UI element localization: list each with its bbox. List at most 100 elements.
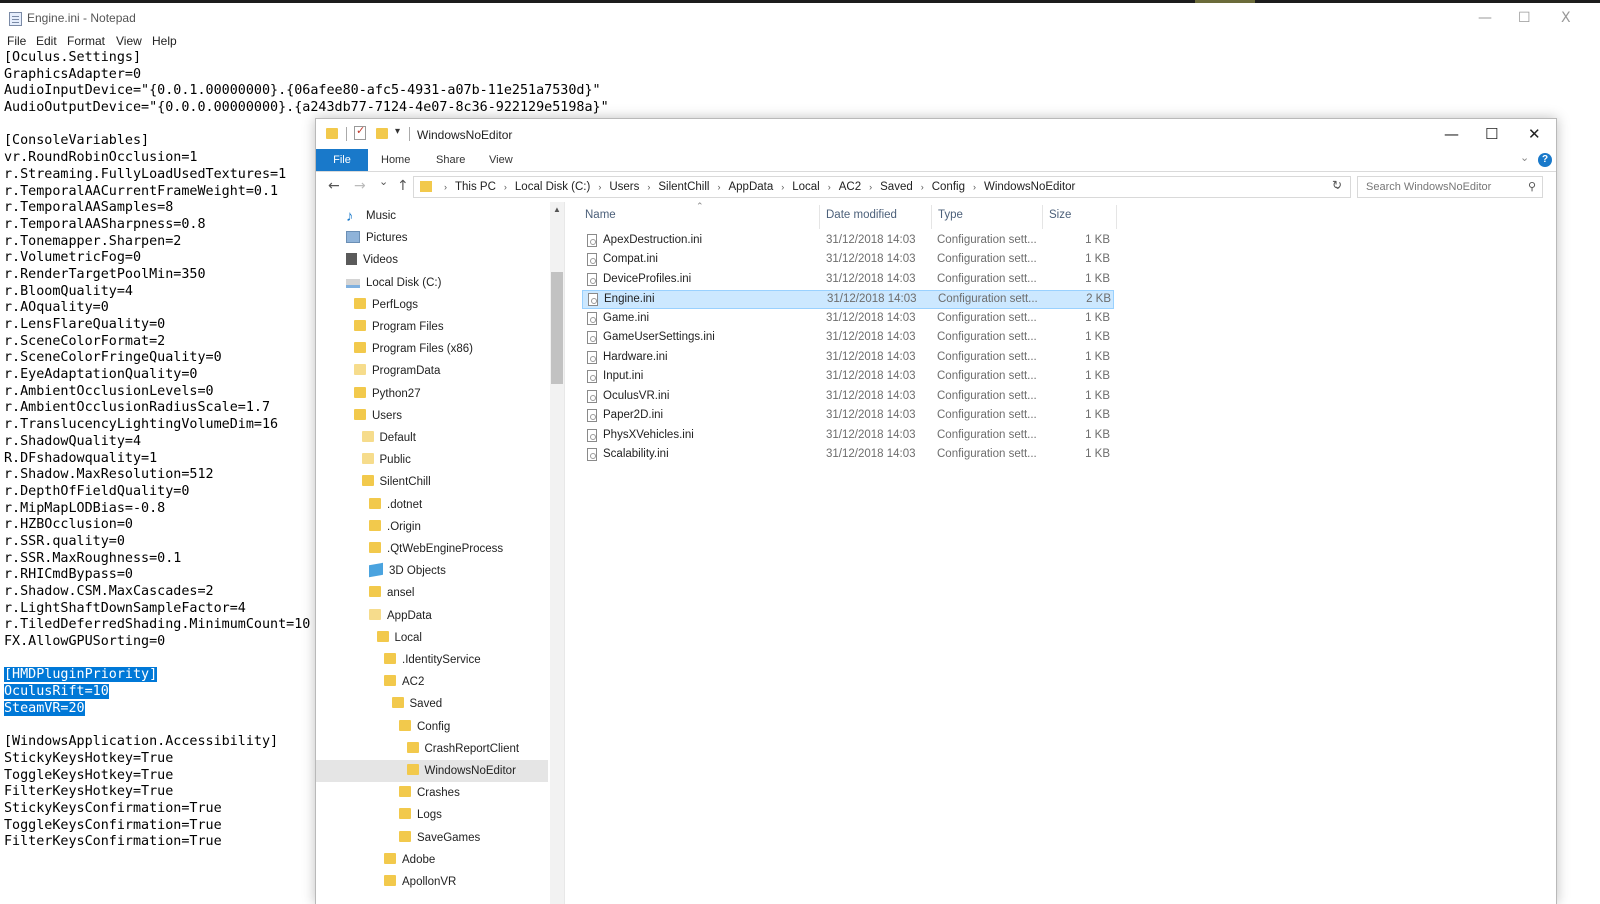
breadcrumb-item[interactable]: Local: [792, 181, 820, 193]
column-header-type[interactable]: Type: [938, 209, 963, 221]
ribbon-view-tab[interactable]: View: [489, 154, 513, 166]
breadcrumb-separator-icon[interactable]: ›: [973, 182, 976, 192]
menu-help[interactable]: Help: [152, 34, 177, 48]
nav-item[interactable]: AppData: [369, 605, 432, 627]
column-header-name[interactable]: Name: [585, 209, 616, 221]
scroll-up-arrow-icon[interactable]: ▲: [553, 205, 561, 214]
explorer-minimize-button[interactable]: —: [1444, 125, 1459, 143]
nav-item[interactable]: SilentChill: [361, 471, 431, 493]
nav-item[interactable]: Public: [361, 449, 411, 471]
breadcrumb-item[interactable]: This PC: [455, 181, 496, 193]
nav-item[interactable]: .IdentityService: [384, 649, 481, 671]
breadcrumb-item[interactable]: AppData: [728, 181, 773, 193]
nav-item[interactable]: Users: [354, 405, 402, 427]
refresh-icon[interactable]: ↻: [1332, 178, 1342, 192]
nav-item[interactable]: Local: [376, 627, 422, 649]
nav-item[interactable]: Videos: [346, 249, 398, 271]
forward-arrow-icon[interactable]: →: [354, 178, 366, 194]
file-row[interactable]: DeviceProfiles.ini 31/12/2018 14:03 Config…: [582, 271, 1114, 290]
properties-icon[interactable]: [354, 124, 366, 140]
address-bar[interactable]: › This PC › Local Disk (C:) › Users › SilentChi…: [413, 176, 1351, 198]
file-row[interactable]: Game.ini 31/12/2018 14:03 Configuration se…: [582, 310, 1114, 329]
new-folder-icon[interactable]: [376, 128, 388, 139]
nav-item[interactable]: ApollonVR: [384, 871, 456, 893]
breadcrumb-item[interactable]: Users: [609, 181, 639, 193]
nav-item[interactable]: Program Files: [354, 316, 444, 338]
pane-divider[interactable]: [564, 202, 565, 904]
nav-scrollbar-thumb[interactable]: [551, 272, 563, 384]
file-row[interactable]: Compat.ini 31/12/2018 14:03 Configuration …: [582, 251, 1114, 270]
nav-item[interactable]: Default: [361, 427, 416, 449]
breadcrumb-separator-icon[interactable]: ›: [781, 182, 784, 192]
menu-view[interactable]: View: [116, 34, 142, 48]
file-row[interactable]: PhysXVehicles.ini 31/12/2018 14:03 Configu…: [582, 427, 1114, 446]
column-header-date-modified[interactable]: Date modified: [826, 209, 897, 221]
file-row[interactable]: Scalability.ini 31/12/2018 14:03 Configura…: [582, 446, 1114, 465]
breadcrumb-separator-icon[interactable]: ›: [598, 182, 601, 192]
nav-item[interactable]: Pictures: [346, 227, 408, 249]
ribbon-share-tab[interactable]: Share: [436, 154, 465, 166]
customize-toolbar-icon[interactable]: ▾: [395, 126, 400, 137]
nav-item[interactable]: .Origin: [369, 516, 421, 538]
explorer-close-button[interactable]: ✕: [1528, 125, 1541, 143]
nav-item[interactable]: Local Disk (C:): [346, 272, 441, 294]
notepad-close-button[interactable]: X: [1561, 10, 1571, 26]
nav-item[interactable]: CrashReportClient: [406, 738, 519, 760]
expand-ribbon-chevron-icon[interactable]: ⌄: [1520, 151, 1529, 164]
breadcrumb-separator-icon[interactable]: ›: [921, 182, 924, 192]
file-row[interactable]: Paper2D.ini 31/12/2018 14:03 Configuration…: [582, 407, 1114, 426]
nav-item[interactable]: Crashes: [399, 782, 460, 804]
nav-item[interactable]: .QtWebEngineProcess: [369, 538, 503, 560]
nav-item[interactable]: ProgramData: [354, 360, 440, 382]
nav-item[interactable]: WindowsNoEditor: [316, 760, 548, 782]
nav-item[interactable]: SaveGames: [399, 827, 480, 849]
recent-locations-chevron-icon[interactable]: ⌄: [379, 175, 388, 188]
explorer-maximize-button[interactable]: ☐: [1485, 125, 1498, 143]
column-divider[interactable]: [819, 205, 820, 229]
breadcrumb-item[interactable]: Local Disk (C:): [515, 181, 590, 193]
file-row[interactable]: Input.ini 31/12/2018 14:03 Configuration s…: [582, 368, 1114, 387]
breadcrumb-item[interactable]: WindowsNoEditor: [984, 181, 1075, 193]
breadcrumb-separator-icon[interactable]: ›: [828, 182, 831, 192]
nav-item[interactable]: Program Files (x86): [354, 338, 473, 360]
file-row[interactable]: ApexDestruction.ini 31/12/2018 14:03 Confi…: [582, 232, 1114, 251]
notepad-titlebar[interactable]: Engine.ini - Notepad — ☐ X: [0, 3, 1600, 31]
nav-item[interactable]: 3D Objects: [369, 560, 446, 582]
breadcrumb-separator-icon[interactable]: ›: [504, 182, 507, 192]
explorer-titlebar[interactable]: ▾ WindowsNoEditor — ☐ ✕: [316, 119, 1556, 149]
breadcrumb-item[interactable]: Saved: [880, 181, 913, 193]
nav-item[interactable]: ♪ Music: [346, 205, 396, 227]
column-header-size[interactable]: Size: [1049, 209, 1071, 221]
breadcrumb-separator-icon[interactable]: ›: [717, 182, 720, 192]
up-arrow-icon[interactable]: ↑: [397, 178, 409, 194]
nav-item[interactable]: Logs: [399, 804, 442, 826]
file-row[interactable]: OculusVR.ini 31/12/2018 14:03 Configuratio…: [582, 388, 1114, 407]
breadcrumb-separator-icon[interactable]: ›: [869, 182, 872, 192]
menu-edit[interactable]: Edit: [36, 34, 57, 48]
notepad-minimize-button[interactable]: —: [1478, 10, 1492, 26]
nav-item[interactable]: ansel: [369, 582, 415, 604]
breadcrumb-separator-icon[interactable]: ›: [444, 182, 447, 192]
nav-item[interactable]: Adobe: [384, 849, 435, 871]
breadcrumb-item[interactable]: Config: [932, 181, 965, 193]
nav-item[interactable]: .dotnet: [369, 494, 422, 516]
nav-item[interactable]: AC2: [384, 671, 424, 693]
ribbon-file-tab[interactable]: File: [316, 149, 368, 171]
file-row[interactable]: Hardware.ini 31/12/2018 14:03 Configuratio…: [582, 349, 1114, 368]
notepad-maximize-button[interactable]: ☐: [1518, 10, 1531, 26]
nav-item[interactable]: Python27: [354, 383, 421, 405]
column-divider[interactable]: [1116, 205, 1117, 229]
nav-item[interactable]: PerfLogs: [354, 294, 418, 316]
file-row[interactable]: GameUserSettings.ini 31/12/2018 14:03 Conf…: [582, 329, 1114, 348]
ribbon-home-tab[interactable]: Home: [381, 154, 410, 166]
column-divider[interactable]: [931, 205, 932, 229]
breadcrumb-item[interactable]: SilentChill: [658, 181, 709, 193]
menu-format[interactable]: Format: [67, 34, 105, 48]
search-box[interactable]: Search WindowsNoEditor ⚲: [1357, 176, 1543, 198]
file-row[interactable]: Engine.ini 31/12/2018 14:03 Configuration …: [582, 290, 1114, 310]
nav-item[interactable]: Saved: [391, 693, 442, 715]
breadcrumb-item[interactable]: AC2: [839, 181, 861, 193]
help-icon[interactable]: ?: [1538, 153, 1552, 167]
back-arrow-icon[interactable]: ←: [328, 178, 340, 194]
breadcrumb-separator-icon[interactable]: ›: [647, 182, 650, 192]
